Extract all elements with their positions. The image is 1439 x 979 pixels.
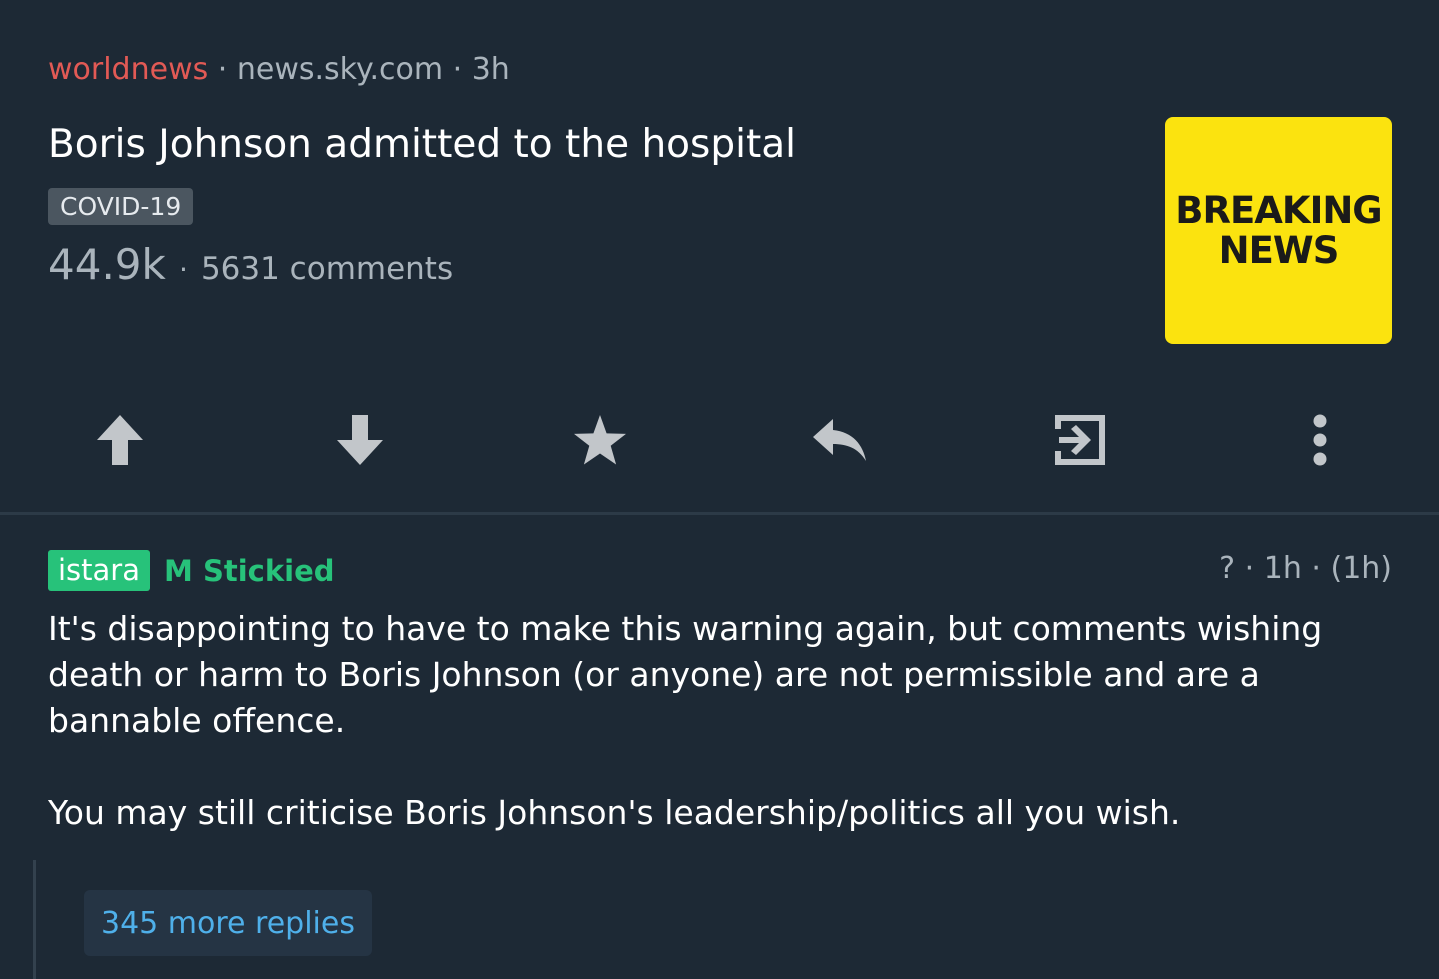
reply-button[interactable] — [800, 400, 880, 480]
post-age: 3h — [471, 52, 510, 87]
enter-icon — [1055, 415, 1105, 465]
section-divider — [0, 512, 1439, 515]
thumbnail-text-line1: BREAKING — [1175, 188, 1382, 232]
comment-header: istara M Stickied — [48, 550, 335, 591]
post-flair: COVID-19 — [48, 188, 194, 225]
downvote-button[interactable] — [320, 400, 400, 480]
comment-score: ? — [1219, 551, 1236, 586]
post-thumbnail[interactable]: BREAKING NEWS — [1165, 117, 1392, 344]
comment-paragraph: You may still criticise Boris Johnson's … — [48, 793, 1181, 832]
more-replies-button[interactable]: 345 more replies — [84, 890, 372, 956]
upvote-button[interactable] — [80, 400, 160, 480]
star-icon — [574, 415, 626, 465]
save-button[interactable] — [560, 400, 640, 480]
comment-body: It's disappointing to have to make this … — [48, 606, 1393, 836]
comment-edited: (1h) — [1330, 551, 1392, 586]
thread-indent-line — [33, 860, 36, 979]
comment-count: 5631 comments — [200, 251, 454, 287]
comment-paragraph: It's disappointing to have to make this … — [48, 609, 1323, 740]
post-stats: 44.9k · 5631 comments — [48, 240, 454, 289]
more-vertical-icon — [1313, 414, 1327, 466]
open-link-button[interactable] — [1040, 400, 1120, 480]
post-action-bar — [0, 400, 1439, 480]
comment-age: 1h — [1263, 551, 1302, 586]
reply-icon — [813, 419, 866, 461]
more-options-button[interactable] — [1280, 400, 1360, 480]
post-title[interactable]: Boris Johnson admitted to the hospital — [48, 122, 796, 167]
comment-meta: ? · 1h · (1h) — [1219, 551, 1392, 586]
arrow-up-icon — [97, 415, 143, 465]
stickied-label: Stickied — [202, 553, 335, 588]
post-domain[interactable]: news.sky.com — [237, 52, 443, 87]
post-meta: worldnews · news.sky.com · 3h — [48, 52, 510, 87]
post-score: 44.9k — [48, 240, 166, 289]
moderator-badge: M — [164, 553, 193, 588]
moderator-stickied-tag: M Stickied — [164, 554, 335, 588]
thumbnail-text-line2: NEWS — [1218, 228, 1340, 272]
subreddit-link[interactable]: worldnews — [48, 52, 208, 87]
arrow-down-icon — [337, 415, 383, 465]
comment-author[interactable]: istara — [48, 550, 151, 591]
post-detail-screen: worldnews · news.sky.com · 3h Boris John… — [0, 0, 1439, 979]
